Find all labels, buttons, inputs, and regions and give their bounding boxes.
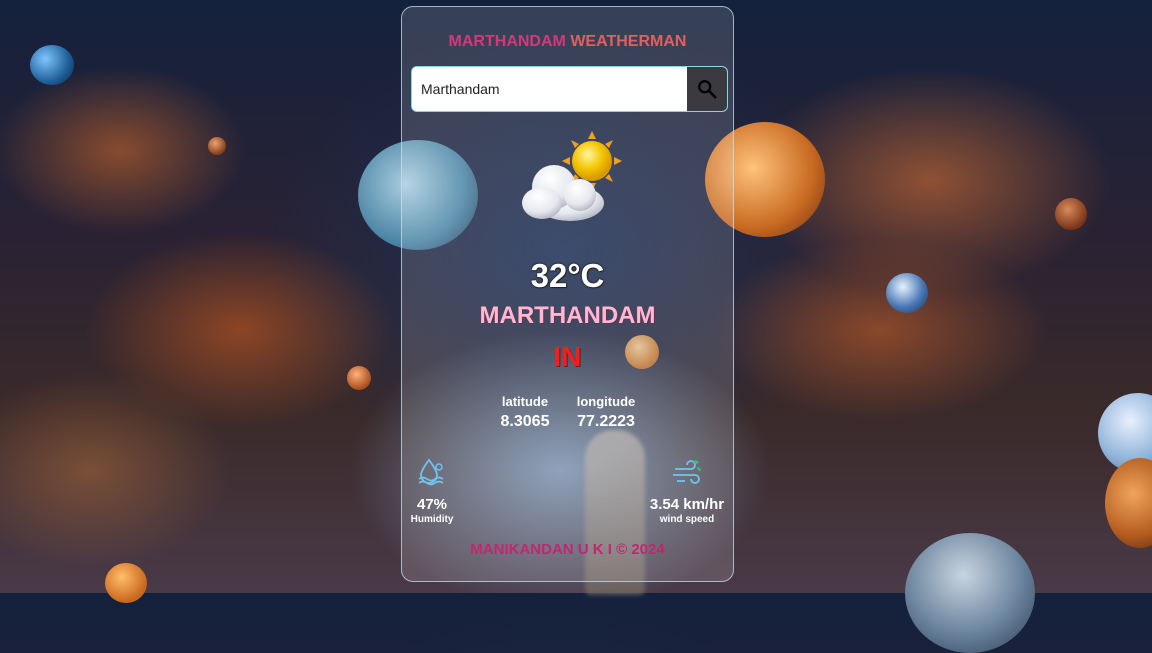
city-name: MARTHANDAM bbox=[479, 302, 656, 329]
planet-decoration bbox=[208, 137, 226, 155]
wind-speed-label: wind speed bbox=[659, 514, 715, 525]
planet-decoration bbox=[905, 533, 1035, 653]
search-icon bbox=[698, 80, 717, 99]
weather-card: MARTHANDAM WEATHERMAN Marthandam 32°C MA… bbox=[401, 6, 734, 582]
longitude-block: longitude 77.2223 bbox=[570, 394, 642, 431]
search-button[interactable] bbox=[687, 67, 727, 111]
footer-credit: MANIKANDAN U K I © 2024 bbox=[470, 541, 665, 558]
longitude-label: longitude bbox=[576, 394, 636, 409]
latitude-value: 8.3065 bbox=[500, 413, 550, 430]
city-search-input[interactable] bbox=[412, 67, 686, 111]
latitude-label: latitude bbox=[501, 394, 549, 409]
planet-decoration bbox=[347, 366, 371, 390]
planet-decoration bbox=[105, 563, 147, 603]
search-bar bbox=[411, 66, 728, 112]
humidity-block: 47% Humidity bbox=[407, 457, 457, 525]
humidity-value: 47% bbox=[416, 496, 448, 513]
country-code: IN bbox=[553, 341, 582, 372]
app-title: MARTHANDAM WEATHERMAN bbox=[402, 33, 733, 51]
planet-decoration bbox=[886, 273, 928, 313]
wind-icon bbox=[673, 460, 701, 484]
planet-decoration bbox=[30, 45, 74, 85]
wind-block: 3.54 km/hr wind speed bbox=[642, 457, 732, 525]
app-title-part1: MARTHANDAM bbox=[448, 33, 571, 50]
app-title-part2: WEATHERMAN bbox=[570, 33, 687, 50]
temperature: 32°C bbox=[530, 257, 605, 294]
partly-cloudy-icon bbox=[522, 131, 622, 221]
humidity-label: Humidity bbox=[410, 514, 454, 525]
longitude-value: 77.2223 bbox=[577, 413, 635, 430]
planet-decoration bbox=[1055, 198, 1087, 230]
latitude-block: latitude 8.3065 bbox=[490, 394, 560, 431]
planet-decoration bbox=[1105, 458, 1152, 548]
humidity-icon bbox=[418, 458, 444, 486]
wind-speed-value: 3.54 km/hr bbox=[649, 496, 725, 513]
